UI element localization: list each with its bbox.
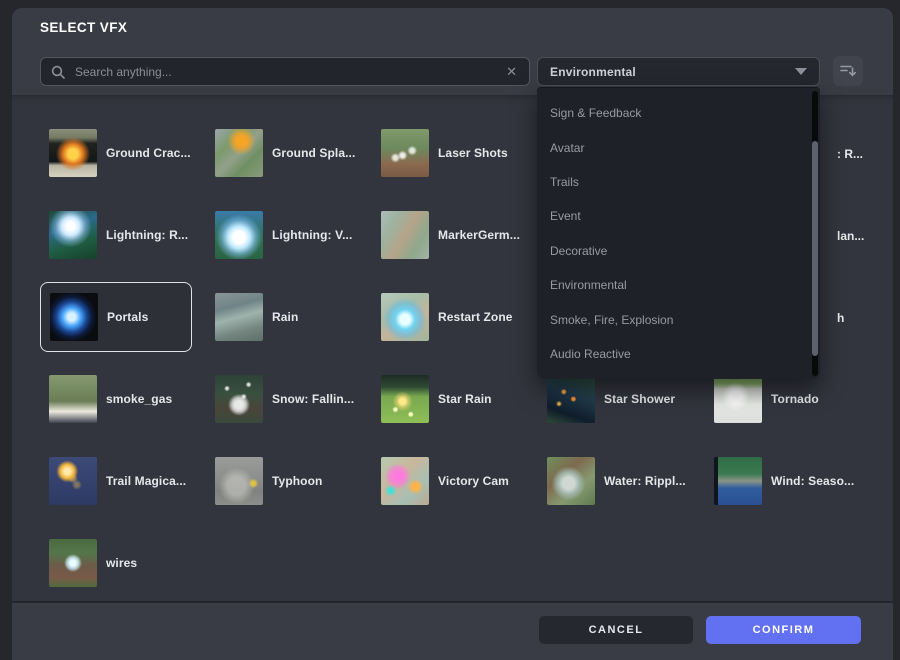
- dropdown-option-decorative[interactable]: Decorative: [537, 234, 820, 268]
- star-shower-thumb: [547, 375, 595, 423]
- vfx-item-lightning-v[interactable]: Lightning: V...: [206, 200, 358, 270]
- vfx-item-laser-shots[interactable]: Laser Shots: [372, 118, 524, 188]
- portals-thumb: [50, 293, 98, 341]
- water-ripple-thumb: [547, 457, 595, 505]
- vfx-item-label: Snow: Fallin...: [272, 392, 354, 406]
- screen: SELECT VFX ✕ Environmental Ground Crac..…: [0, 0, 900, 660]
- vfx-item-label: smoke_gas: [106, 392, 172, 406]
- search-icon: [51, 65, 65, 79]
- vfx-item-label: Lightning: V...: [272, 228, 352, 242]
- wires-thumb: [49, 539, 97, 587]
- vfx-item-label: wires: [106, 556, 137, 570]
- marker-germ-thumb: [381, 211, 429, 259]
- restart-zone-thumb: [381, 293, 429, 341]
- trail-magical-thumb: [49, 457, 97, 505]
- dropdown-scrollbar-track: [812, 91, 818, 376]
- dropdown-scrollbar-thumb[interactable]: [812, 141, 818, 356]
- hidden-item-label-fragment: lan...: [837, 229, 864, 243]
- vfx-item-label: Tornado: [771, 392, 819, 406]
- category-select-value: Environmental: [550, 65, 795, 79]
- tornado-thumb: [714, 375, 762, 423]
- category-dropdown-panel: Sign & FeedbackAvatarTrailsEventDecorati…: [537, 87, 820, 379]
- footer-divider: [12, 601, 893, 603]
- dropdown-option-environmental[interactable]: Environmental: [537, 268, 820, 302]
- vfx-item-wind-seaso[interactable]: Wind: Seaso...: [705, 446, 857, 516]
- category-select[interactable]: Environmental: [537, 57, 820, 86]
- vfx-item-label: Lightning: R...: [106, 228, 188, 242]
- vfx-item-trail-magica[interactable]: Trail Magica...: [40, 446, 192, 516]
- victory-cam-thumb: [381, 457, 429, 505]
- rain-thumb: [215, 293, 263, 341]
- clear-search-icon[interactable]: ✕: [504, 65, 519, 78]
- vfx-item-rain[interactable]: Rain: [206, 282, 358, 352]
- vfx-item-label: Ground Spla...: [272, 146, 355, 160]
- vfx-item-markergerm[interactable]: MarkerGerm...: [372, 200, 524, 270]
- dropdown-option-avatar[interactable]: Avatar: [537, 130, 820, 164]
- dropdown-option-audio-reactive[interactable]: Audio Reactive: [537, 337, 820, 371]
- sort-button[interactable]: [833, 56, 863, 86]
- page-title: SELECT VFX: [40, 20, 127, 35]
- vfx-item-label: Victory Cam: [438, 474, 509, 488]
- confirm-button[interactable]: CONFIRM: [706, 616, 861, 644]
- vfx-item-star-rain[interactable]: Star Rain: [372, 364, 524, 434]
- vfx-item-label: Wind: Seaso...: [771, 474, 854, 488]
- vfx-item-label: Portals: [107, 310, 148, 324]
- vfx-item-restart-zone[interactable]: Restart Zone: [372, 282, 524, 352]
- vfx-item-label: Star Shower: [604, 392, 675, 406]
- vfx-item-ground-spla[interactable]: Ground Spla...: [206, 118, 358, 188]
- vfx-item-typhoon[interactable]: Typhoon: [206, 446, 358, 516]
- typhoon-thumb: [215, 457, 263, 505]
- vfx-item-water-rippl[interactable]: Water: Rippl...: [538, 446, 690, 516]
- smoke-gas-thumb: [49, 375, 97, 423]
- vfx-item-label: Trail Magica...: [106, 474, 186, 488]
- vfx-item-label: Rain: [272, 310, 298, 324]
- search-input[interactable]: [73, 64, 504, 80]
- snow-falling-thumb: [215, 375, 263, 423]
- laser-shots-thumb: [381, 129, 429, 177]
- vfx-item-label: Water: Rippl...: [604, 474, 686, 488]
- vfx-item-ground-crac[interactable]: Ground Crac...: [40, 118, 192, 188]
- vfx-item-smoke-gas[interactable]: smoke_gas: [40, 364, 192, 434]
- dropdown-option-event[interactable]: Event: [537, 199, 820, 233]
- vfx-item-label: Star Rain: [438, 392, 492, 406]
- star-rain-thumb: [381, 375, 429, 423]
- dropdown-option-trails[interactable]: Trails: [537, 165, 820, 199]
- vfx-item-wires[interactable]: wires: [40, 528, 192, 598]
- vfx-item-lightning-r[interactable]: Lightning: R...: [40, 200, 192, 270]
- vfx-item-label: Restart Zone: [438, 310, 513, 324]
- vfx-item-victory-cam[interactable]: Victory Cam: [372, 446, 524, 516]
- vfx-item-snow-fallin[interactable]: Snow: Fallin...: [206, 364, 358, 434]
- lightning-v-thumb: [215, 211, 263, 259]
- vfx-item-label: Ground Crac...: [106, 146, 191, 160]
- sort-descending-icon: [840, 64, 856, 78]
- hidden-item-label-fragment: h: [837, 311, 844, 325]
- wind-seasonal-thumb: [714, 457, 762, 505]
- chevron-down-icon: [795, 68, 807, 75]
- dropdown-option-sign-feedback[interactable]: Sign & Feedback: [537, 96, 820, 130]
- vfx-item-label: Typhoon: [272, 474, 322, 488]
- vfx-item-portals[interactable]: Portals: [40, 282, 192, 352]
- search-box[interactable]: ✕: [40, 57, 530, 86]
- hidden-item-label-fragment: : R...: [837, 147, 863, 161]
- dropdown-option-smoke-fire-explosion[interactable]: Smoke, Fire, Explosion: [537, 302, 820, 336]
- vfx-item-label: Laser Shots: [438, 146, 508, 160]
- ground-splash-thumb: [215, 129, 263, 177]
- cancel-button[interactable]: CANCEL: [539, 616, 693, 644]
- vfx-item-label: MarkerGerm...: [438, 228, 520, 242]
- ground-crack-thumb: [49, 129, 97, 177]
- lightning-realistic-thumb: [49, 211, 97, 259]
